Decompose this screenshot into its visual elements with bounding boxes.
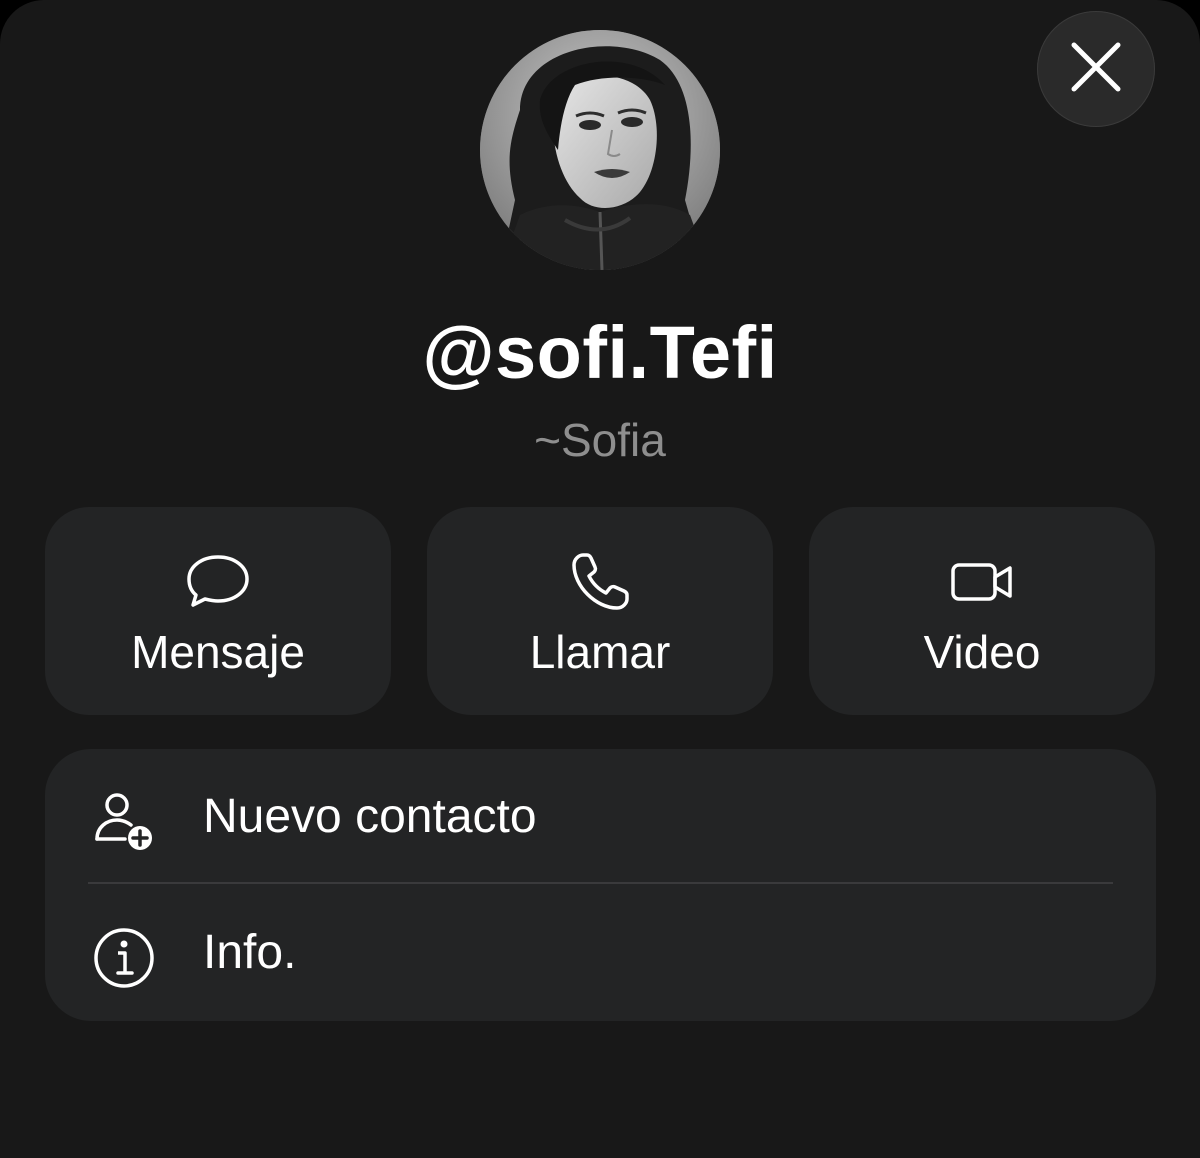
call-label: Llamar: [529, 626, 671, 678]
new-contact-label: Nuevo contacto: [203, 790, 537, 843]
options-list: Nuevo contacto Info.: [45, 749, 1156, 1021]
close-button[interactable]: [1037, 11, 1155, 127]
phone-icon: [427, 551, 773, 613]
close-icon: [1068, 39, 1124, 100]
display-name: ~Sofia: [534, 414, 666, 466]
contact-sheet: @sofi.Tefi ~Sofia Mensaje Llamar Video N…: [0, 0, 1200, 1158]
video-camera-icon: [809, 551, 1155, 613]
message-label: Mensaje: [131, 626, 305, 678]
avatar[interactable]: [480, 30, 720, 270]
new-contact-row[interactable]: Nuevo contacto: [45, 749, 1156, 885]
add-contact-icon: [89, 787, 159, 857]
info-label: Info.: [203, 926, 297, 979]
list-divider: [88, 882, 1113, 884]
message-button[interactable]: Mensaje: [45, 507, 391, 715]
video-label: Video: [923, 626, 1041, 678]
call-button[interactable]: Llamar: [427, 507, 773, 715]
username: @sofi.Tefi: [422, 311, 778, 394]
video-button[interactable]: Video: [809, 507, 1155, 715]
info-row[interactable]: Info.: [45, 885, 1156, 1021]
message-bubble-icon: [45, 551, 391, 613]
info-icon: [89, 923, 159, 993]
